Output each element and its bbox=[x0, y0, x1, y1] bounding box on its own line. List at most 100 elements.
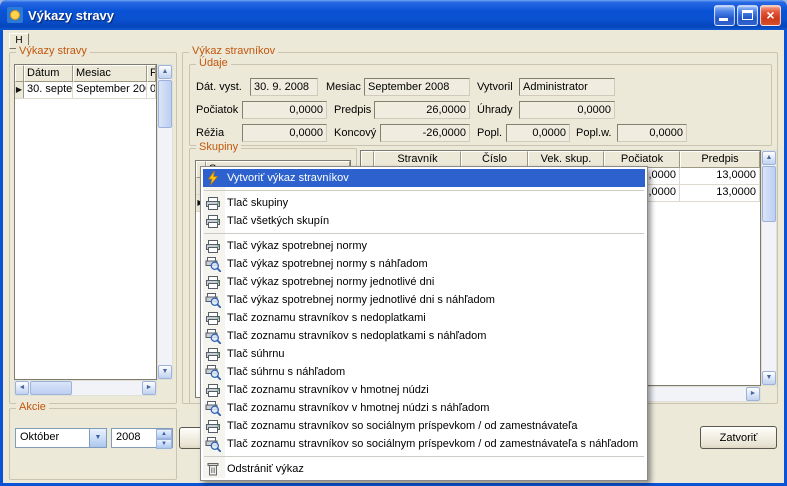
uhrady-field[interactable]: 0,0000 bbox=[519, 101, 615, 119]
close-button[interactable]: × bbox=[760, 5, 781, 26]
mesiac-label: Mesiac bbox=[326, 81, 361, 93]
reports-table-header: Dátum Mesiac F bbox=[15, 65, 156, 82]
window-title: Výkazy stravy bbox=[28, 8, 714, 23]
maximize-icon bbox=[742, 10, 753, 20]
minimize-icon bbox=[719, 18, 728, 21]
title-bar[interactable]: Výkazy stravy × bbox=[0, 0, 787, 30]
menu-item-tlac-vykaz-spotrebnej-normy-jednotlive-dni-s-nahladom[interactable]: Tlač výkaz spotrebnej normy jednotlivé d… bbox=[203, 291, 645, 309]
year-stepper-value: 2008 bbox=[112, 429, 156, 447]
popl-label: Popl. bbox=[477, 127, 502, 139]
predpis-field[interactable]: 26,0000 bbox=[374, 101, 470, 119]
menu-item-label: Tlač výkaz spotrebnej normy jednotlivé d… bbox=[227, 294, 495, 306]
menu-item-tlac-vykaz-spotrebnej-normy[interactable]: Tlač výkaz spotrebnej normy bbox=[203, 237, 645, 255]
menu-item-vytvorit-vykaz-stravnikov[interactable]: Vytvoriť výkaz stravníkov bbox=[203, 169, 645, 187]
menu-item-label: Vytvoriť výkaz stravníkov bbox=[227, 172, 349, 184]
year-stepper-buttons: ▲ ▼ bbox=[156, 429, 172, 447]
menu-item-tlac-zoznamu-stravnikov-s-nedoplatkami[interactable]: Tlač zoznamu stravníkov s nedoplatkami bbox=[203, 309, 645, 327]
menu-item-tlac-vykaz-spotrebnej-normy-jednotlive-dni[interactable]: Tlač výkaz spotrebnej normy jednotlivé d… bbox=[203, 273, 645, 291]
menu-item-tlac-vykaz-spotrebnej-normy-s-nahladom[interactable]: Tlač výkaz spotrebnej normy s náhľadom bbox=[203, 255, 645, 273]
menu-separator bbox=[204, 456, 644, 457]
koncovy-field[interactable]: -26,0000 bbox=[380, 124, 470, 142]
app-icon[interactable] bbox=[7, 7, 23, 23]
scroll-down-button[interactable]: ▼ bbox=[762, 371, 776, 385]
column-header-datum[interactable]: Dátum bbox=[24, 65, 73, 82]
chevron-down-icon[interactable]: ▼ bbox=[89, 429, 106, 447]
menu-item-tlac-zoznamu-stravnikov-s-nedoplatkami-s-nahladom[interactable]: Tlač zoznamu stravníkov s nedoplatkami s… bbox=[203, 327, 645, 345]
scroll-down-button[interactable]: ▼ bbox=[158, 365, 172, 379]
menu-item-label: Tlač zoznamu stravníkov v hmotnej núdzi bbox=[227, 384, 429, 396]
scrollbar-corner bbox=[157, 380, 173, 396]
window-controls: × bbox=[714, 5, 781, 26]
menu-item-tlac-vsetkych-skupin[interactable]: Tlač všetkých skupín bbox=[203, 212, 645, 230]
minimize-button[interactable] bbox=[714, 5, 735, 26]
dat-vyst-label: Dát. vyst. bbox=[196, 81, 242, 93]
scrollbar-thumb[interactable] bbox=[30, 381, 72, 395]
vertical-scrollbar[interactable]: ▲ ▼ bbox=[157, 64, 173, 380]
cell-datum: 30. septe bbox=[24, 82, 73, 98]
reports-group-title: Výkazy stravy bbox=[16, 45, 90, 57]
menu-item-tlac-suhrnu-s-nahladom[interactable]: Tlač súhrnu s náhľadom bbox=[203, 363, 645, 381]
printer-icon bbox=[205, 238, 221, 254]
menu-item-tlac-zoznamu-stravnikov-v-hmotnej-nudzi-s-nahladom[interactable]: Tlač zoznamu stravníkov v hmotnej núdzi … bbox=[203, 399, 645, 417]
rezia-field[interactable]: 0,0000 bbox=[242, 124, 327, 142]
context-menu: Vytvoriť výkaz stravníkov Tlač skupiny T… bbox=[200, 166, 648, 481]
menu-item-label: Tlač výkaz spotrebnej normy bbox=[227, 240, 367, 252]
menu-item-tlac-zoznamu-stravnikov-so-socialnym-prispevkom-s-nahladom[interactable]: Tlač zoznamu stravníkov so sociálnym prí… bbox=[203, 435, 645, 453]
vytvoril-label: Vytvoril bbox=[477, 81, 513, 93]
horizontal-scrollbar[interactable]: ◄ ► bbox=[14, 380, 157, 396]
vytvoril-field[interactable]: Administrator bbox=[519, 78, 615, 96]
maximize-button[interactable] bbox=[737, 5, 758, 26]
lightning-icon bbox=[205, 170, 221, 186]
menu-item-odstranit-vykaz[interactable]: Odstrániť výkaz bbox=[203, 460, 645, 478]
column-header-mesiac[interactable]: Mesiac bbox=[73, 65, 147, 82]
printer-icon bbox=[205, 310, 221, 326]
menu-item-tlac-zoznamu-stravnikov-so-socialnym-prispevkom[interactable]: Tlač zoznamu stravníkov so sociálnym prí… bbox=[203, 417, 645, 435]
scroll-up-button[interactable]: ▲ bbox=[158, 65, 172, 79]
spin-down-button[interactable]: ▼ bbox=[156, 439, 172, 449]
menu-item-label: Odstrániť výkaz bbox=[227, 463, 304, 475]
printer-icon bbox=[205, 274, 221, 290]
row-marker-icon: ▶ bbox=[16, 85, 22, 94]
poplw-label: Popl.w. bbox=[576, 127, 611, 139]
detail-group-title: Výkaz stravníkov bbox=[189, 45, 278, 57]
month-select-value: Október bbox=[16, 429, 89, 447]
scrollbar-corner bbox=[761, 386, 777, 402]
menu-item-tlac-suhrnu[interactable]: Tlač súhrnu bbox=[203, 345, 645, 363]
menu-item-label: Tlač zoznamu stravníkov s nedoplatkami s… bbox=[227, 330, 486, 342]
koncovy-label: Koncový bbox=[334, 127, 376, 139]
selector-header bbox=[15, 65, 24, 82]
menu-item-label: Tlač skupiny bbox=[227, 197, 288, 209]
udaje-group-title: Údaje bbox=[196, 57, 231, 69]
menu-item-tlac-zoznamu-stravnikov-v-hmotnej-nudzi[interactable]: Tlač zoznamu stravníkov v hmotnej núdzi bbox=[203, 381, 645, 399]
month-select[interactable]: Október ▼ bbox=[15, 428, 107, 448]
scroll-left-button[interactable]: ◄ bbox=[15, 381, 29, 395]
scroll-right-button[interactable]: ► bbox=[746, 387, 760, 401]
printer-icon bbox=[205, 346, 221, 362]
menu-item-label: Tlač zoznamu stravníkov s nedoplatkami bbox=[227, 312, 426, 324]
cell-predpis: 13,0000 bbox=[680, 168, 760, 184]
vertical-scrollbar[interactable]: ▲ ▼ bbox=[761, 150, 777, 386]
zatvorit-button[interactable]: Zatvoriť bbox=[700, 426, 777, 449]
table-row[interactable]: ▶ 30. septe September 2008 0 bbox=[15, 82, 156, 99]
pociatok-field[interactable]: 0,0000 bbox=[242, 101, 327, 119]
year-stepper[interactable]: 2008 ▲ ▼ bbox=[111, 428, 173, 448]
scroll-right-button[interactable]: ► bbox=[142, 381, 156, 395]
column-header-predpis[interactable]: Predpis bbox=[680, 151, 760, 168]
column-header-f[interactable]: F bbox=[147, 65, 156, 82]
menu-item-label: Tlač výkaz spotrebnej normy s náhľadom bbox=[227, 258, 428, 270]
poplw-field[interactable]: 0,0000 bbox=[617, 124, 687, 142]
mesiac-field[interactable]: September 2008 bbox=[364, 78, 470, 96]
cell-mesiac: September 2008 bbox=[73, 82, 147, 98]
menu-item-label: Tlač zoznamu stravníkov so sociálnym prí… bbox=[227, 420, 577, 432]
menu-item-tlac-skupiny[interactable]: Tlač skupiny bbox=[203, 194, 645, 212]
dat-vyst-field[interactable]: 30. 9. 2008 bbox=[250, 78, 318, 96]
scroll-up-button[interactable]: ▲ bbox=[762, 151, 776, 165]
spin-up-button[interactable]: ▲ bbox=[156, 429, 172, 439]
popl-field[interactable]: 0,0000 bbox=[506, 124, 570, 142]
scrollbar-thumb[interactable] bbox=[762, 166, 776, 222]
scrollbar-thumb[interactable] bbox=[158, 80, 172, 128]
print-preview-icon bbox=[205, 364, 221, 380]
menu-item-label: Tlač zoznamu stravníkov so sociálnym prí… bbox=[227, 438, 638, 450]
menu-item-label: Tlač výkaz spotrebnej normy jednotlivé d… bbox=[227, 276, 434, 288]
predpis-label: Predpis bbox=[334, 104, 371, 116]
